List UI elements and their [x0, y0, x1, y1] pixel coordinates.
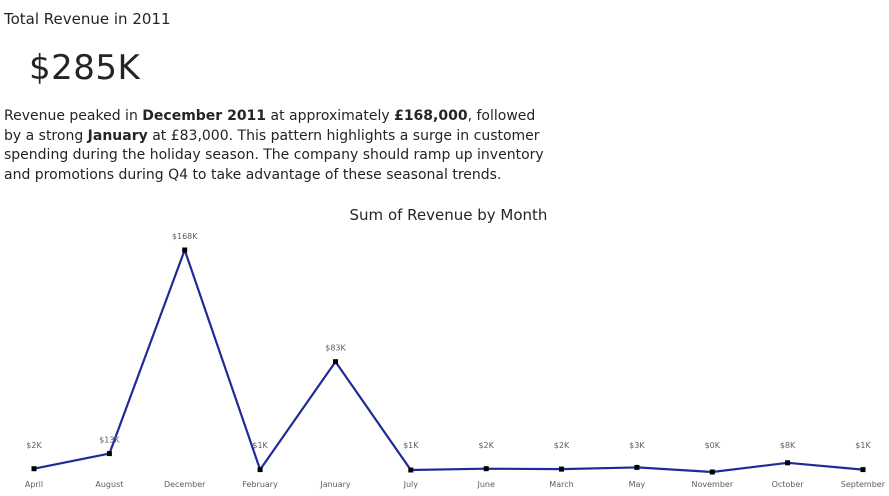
data-point[interactable]: [860, 467, 866, 473]
data-point[interactable]: [559, 466, 564, 472]
data-label: $168K: [172, 232, 198, 241]
x-tick-label: August: [95, 480, 123, 489]
x-tick-label: November: [691, 480, 733, 489]
data-point[interactable]: [785, 460, 791, 466]
data-point[interactable]: [483, 466, 489, 472]
data-label: $13K: [99, 436, 120, 445]
data-point[interactable]: [408, 467, 414, 473]
data-label: $1K: [855, 441, 871, 450]
data-point[interactable]: [106, 451, 112, 457]
data-label: $8K: [780, 441, 796, 450]
x-tick-label: January: [319, 480, 351, 489]
data-label: $3K: [629, 441, 645, 450]
x-tick-label: March: [549, 480, 573, 489]
x-tick-label: February: [242, 480, 278, 489]
data-point[interactable]: [709, 469, 715, 475]
data-label: $1K: [403, 441, 419, 450]
data-label: $2K: [478, 441, 494, 450]
data-point[interactable]: [182, 247, 188, 253]
x-tick-label: June: [476, 480, 495, 489]
data-label: $2K: [554, 441, 570, 450]
data-label: $0K: [705, 441, 721, 450]
x-tick-label: May: [629, 480, 646, 489]
data-point[interactable]: [634, 464, 640, 470]
data-label: $2K: [26, 441, 42, 450]
line-chart: $2K April $13K August $168K December $1K Februa…: [25, 232, 886, 489]
data-point[interactable]: [333, 359, 338, 365]
x-tick-label: July: [403, 480, 419, 489]
data-point[interactable]: [257, 467, 263, 473]
series-line: [33, 248, 864, 474]
data-point[interactable]: [31, 466, 37, 472]
x-tick-label: December: [164, 480, 206, 489]
data-label: $83K: [325, 344, 346, 353]
x-tick-label: September: [841, 480, 886, 489]
x-tick-label: April: [25, 480, 43, 489]
data-label: $1K: [252, 441, 268, 450]
x-tick-label: October: [772, 480, 805, 489]
